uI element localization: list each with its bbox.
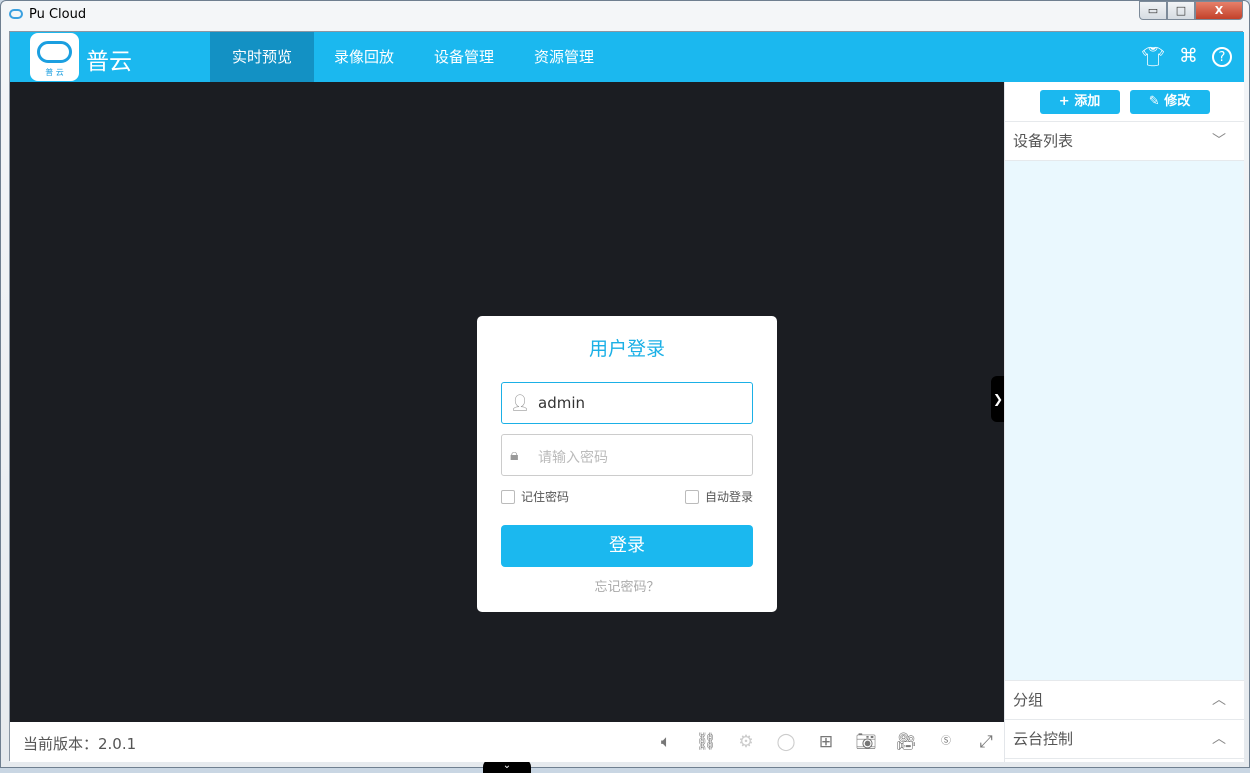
shirt-icon[interactable]: 👕︎ [1141,45,1165,68]
chevron-up-icon: ︿ [1212,692,1226,708]
ptz-header[interactable]: 云台控制 ︿ [1005,720,1244,759]
remember-label: 记住密码 [521,490,570,504]
brand: 普云 [86,49,132,75]
tab-playback[interactable]: 录像回放 [314,32,414,82]
username-input[interactable]: 👤︎ admin [501,382,753,424]
version-text: 当前版本：2.0.1 [23,735,137,753]
close-button[interactable]: X [1195,1,1243,20]
logo: 普 云 [30,33,79,81]
maximize-button[interactable]: □ [1167,1,1195,20]
grid-layout-icon[interactable]: ⊞ [806,732,846,752]
device-list-label: 设备列表 [1013,132,1074,150]
remember-checkbox[interactable]: 记住密码 [501,488,569,505]
help-icon[interactable]: ? [1212,47,1232,67]
sd-icon[interactable]: Ⓢ [926,732,966,752]
title-bar: Pu Cloud ▭ □ X [1,1,1250,29]
chevron-up-icon: ︿ [1212,731,1226,747]
record-circle-icon[interactable]: ◯ [766,732,806,752]
gear-icon[interactable]: ⚙ [726,732,766,752]
tab-device-management[interactable]: 设备管理 [414,32,514,82]
minimize-button[interactable]: ▭ [1139,1,1167,20]
fullscreen-icon[interactable]: ⤢ [966,732,1006,752]
forgot-password-link[interactable]: 忘记密码？ [477,576,777,595]
username-value: admin [538,394,585,412]
login-dialog: 用户登录 👤︎ admin 🔒︎ 请输入密码 记住密码 自动登录 登录 忘记密码？ [477,316,777,612]
device-list-header[interactable]: 设备列表 ﹀ [1005,122,1244,161]
app: 普 云 普云 实时预览 录像回放 设备管理 资源管理 👕︎ ⌘ ? 用户登录 👤… [9,31,1244,773]
edit-button[interactable]: ✎ 修改 [1129,90,1210,114]
bottom-toolbar: 当前版本：2.0.1 🔈︎ ⛓ ⚙ ◯ ⊞ 📷︎ 🎥︎ Ⓢ ⤢ [10,722,1004,762]
tab-resource-management[interactable]: 资源管理 [514,32,614,82]
ptz-label: 云台控制 [1013,730,1074,748]
group-label: 分组 [1013,691,1044,709]
auto-login-checkbox[interactable]: 自动登录 [684,488,753,505]
window: Pu Cloud ▭ □ X 普 云 普云 实时预览 录像回放 设备管理 资源管… [0,0,1250,773]
window-title: Pu Cloud [29,7,87,22]
lock-icon: 🔒︎ [510,445,519,464]
password-input[interactable]: 🔒︎ 请输入密码 [501,434,753,476]
sidebar: + 添加 ✎ 修改 设备列表 ﹀ 分组 ︿ 云台控制 ︿ [1004,82,1244,762]
device-list [1005,161,1244,681]
cloud-icon [9,9,23,19]
video-camera-icon[interactable]: 🎥︎ [886,732,926,752]
login-button[interactable]: 登录 [501,525,753,567]
login-title: 用户登录 [588,338,665,360]
password-placeholder: 请输入密码 [538,450,608,466]
user-icon: 👤︎ [510,393,531,412]
logo-text: 普 云 [45,68,64,77]
command-icon[interactable]: ⌘ [1179,45,1198,68]
chevron-down-icon: ﹀ [1212,133,1226,149]
group-header[interactable]: 分组 ︿ [1005,681,1244,720]
add-button[interactable]: + 添加 [1039,90,1120,114]
expand-right-handle[interactable]: ❯ [991,376,1005,422]
unlink-icon[interactable]: ⛓ [686,732,726,752]
speaker-icon[interactable]: 🔈︎ [646,732,686,752]
header: 普 云 普云 实时预览 录像回放 设备管理 资源管理 👕︎ ⌘ ? [10,32,1244,82]
camera-icon[interactable]: 📷︎ [846,732,886,752]
tab-live-preview[interactable]: 实时预览 [210,32,314,82]
video-area: 用户登录 👤︎ admin 🔒︎ 请输入密码 记住密码 自动登录 登录 忘记密码？ … [10,82,1005,773]
auto-login-label: 自动登录 [704,490,753,504]
